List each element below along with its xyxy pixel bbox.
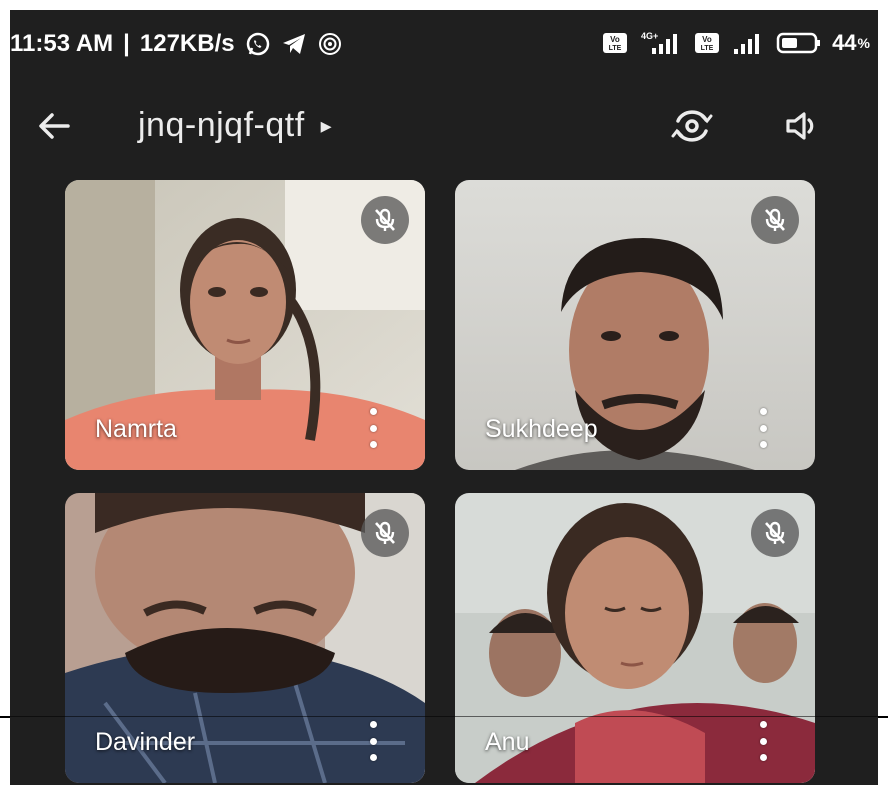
crop-line-left [0,716,10,718]
more-vert-icon-dot [759,441,767,448]
participant-name: Davinder [95,728,196,756]
more-vert-icon-dot [369,424,377,432]
crop-line-right [878,716,888,718]
meeting-info-button[interactable]: jnq-njqf-qtf ▸ [138,106,332,145]
more-vert-icon-dot [369,754,377,761]
svg-text:Vo: Vo [702,35,712,44]
volte-icon: Vo LTE [694,31,722,55]
more-options-button[interactable] [363,721,383,761]
more-options-button[interactable] [753,721,773,761]
mic-off-icon [765,208,785,231]
status-separator: | [123,30,130,57]
more-vert-icon-dot [759,424,767,432]
speaker-icon [786,112,814,140]
phone-screen: 11:53 AM | 127KB/s Vo LTE 4G+ Vo LTE 44 … [10,10,878,785]
status-network-speed: 127KB/s [139,30,235,57]
speaker-button[interactable] [778,102,826,150]
svg-text:LTE: LTE [701,45,714,52]
more-options-button[interactable] [753,408,773,448]
whatsapp-icon [245,31,271,57]
mic-off-icon [375,208,395,231]
mic-off-badge [751,509,799,557]
mic-off-badge [361,509,409,557]
mic-off-badge [751,196,799,244]
more-vert-icon-dot [759,721,767,728]
more-options-button[interactable] [363,408,383,448]
battery-percent: 44 [832,30,857,55]
more-vert-icon-dot [369,737,377,745]
more-vert-icon-dot [759,408,767,415]
battery-icon [776,30,822,56]
mic-off-icon [375,521,395,544]
svg-text:Vo: Vo [610,35,620,44]
mic-off-badge [361,196,409,244]
more-vert-icon-dot [759,737,767,745]
switch-camera-button[interactable] [668,102,716,150]
signal-4g-icon: 4G+ [640,30,684,56]
crop-line [10,716,878,717]
more-vert-icon-dot [369,408,377,415]
status-right: Vo LTE 4G+ Vo LTE 44 % [602,30,870,56]
volte-icon: Vo LTE [602,31,630,55]
participant-name: Namrta [95,415,177,443]
telegram-icon [281,31,307,57]
back-button[interactable] [32,104,76,148]
back-arrow-icon [39,113,70,139]
participant-tile-anu[interactable]: Anu [455,493,815,783]
svg-text:4G+: 4G+ [641,31,658,41]
switch-camera-icon [671,110,713,142]
meeting-code: jnq-njqf-qtf [138,106,305,144]
more-vert-icon-dot [759,754,767,761]
participant-name: Anu [485,728,530,756]
participant-tile-davinder[interactable]: Davinder [65,493,425,783]
more-vert-icon-dot [369,721,377,728]
status-left: 11:53 AM | 127KB/s [10,30,343,58]
more-vert-icon-dot [369,441,377,448]
participant-name: Sukhdeep [485,415,598,443]
status-bar: 11:53 AM | 127KB/s Vo LTE 4G+ Vo LTE 44 … [10,10,878,72]
battery-percent-sign: % [857,35,870,51]
status-time: 11:53 AM [10,30,114,57]
meeting-toolbar: jnq-njqf-qtf ▸ [10,90,878,160]
app-notification-icon [317,31,343,57]
svg-text:LTE: LTE [609,45,622,52]
mic-off-icon [765,521,785,544]
signal-icon [732,30,766,56]
caret-right-icon: ▸ [320,112,333,138]
participant-tile-namrta[interactable]: Namrta [65,180,425,470]
participant-tile-sukhdeep[interactable]: Sukhdeep [455,180,815,470]
